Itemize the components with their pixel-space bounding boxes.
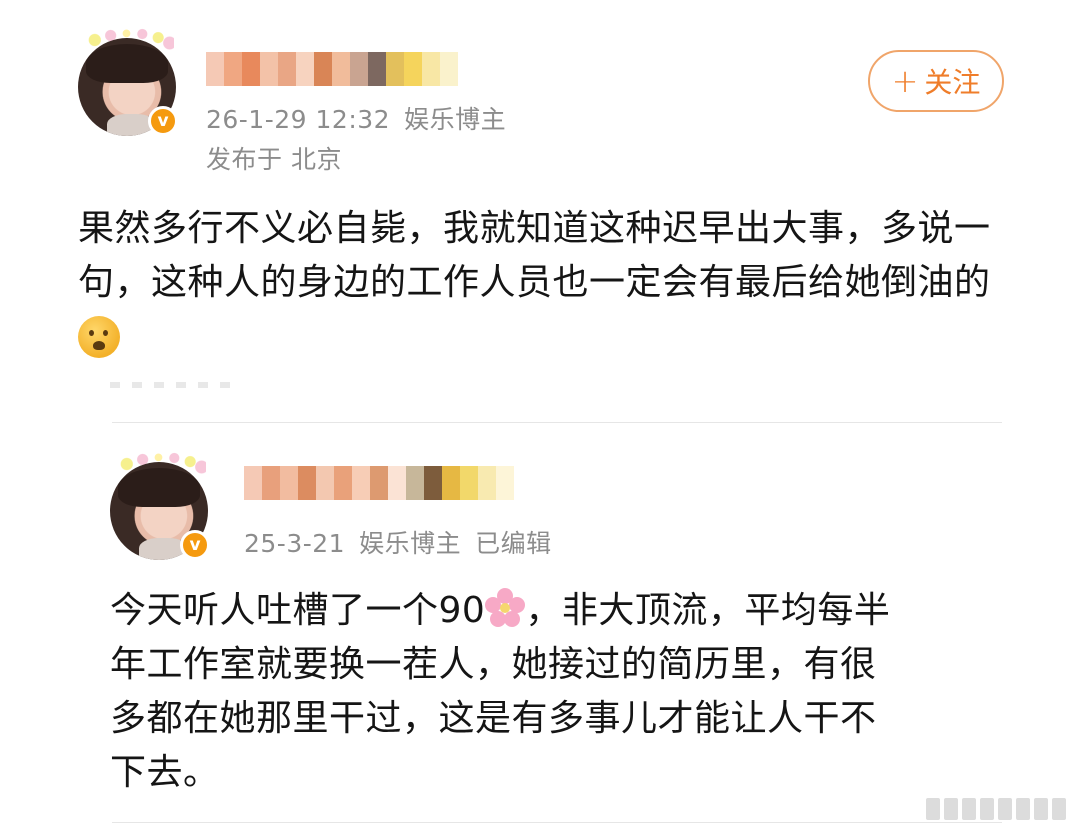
watermark xyxy=(926,798,1066,820)
follow-button[interactable]: + 关注 xyxy=(868,50,1004,112)
timestamp: 26-1-29 12:32 xyxy=(206,105,391,134)
post-body: 果然多行不义必自毙，我就知道这种迟早出大事，多说一 句，这种人的身边的工作人员也… xyxy=(78,202,1018,364)
post-line: 年工作室就要换一茬人，她接过的简历里，有很 xyxy=(110,644,877,685)
edited-label: 已编辑 xyxy=(475,529,552,558)
avatar[interactable]: v xyxy=(110,446,210,560)
username-pixelated[interactable] xyxy=(244,466,514,500)
user-tag: 娱乐博主 xyxy=(359,529,462,558)
post-line: 下去。 xyxy=(110,752,220,793)
timestamp: 25-3-21 xyxy=(244,529,346,558)
post-line: 多都在她那里干过，这是有多事儿才能让人干不 xyxy=(110,698,877,739)
post-body: 今天听人吐槽了一个90 ，非大顶流，平均每半 年工作室就要换一茬人，她接过的简历里… xyxy=(110,584,1010,800)
location: 发布于 北京 xyxy=(206,145,342,174)
divider xyxy=(112,822,1002,823)
follow-label: 关注 xyxy=(924,66,981,99)
cherry-blossom-icon xyxy=(485,588,526,628)
frowning-face-icon xyxy=(78,316,120,358)
username-pixelated[interactable] xyxy=(206,52,458,86)
post-line: ，非大顶流，平均每半 xyxy=(525,590,891,631)
post-line: 句，这种人的身边的工作人员也一定会有最后给她倒油的 xyxy=(78,262,991,303)
avatar[interactable]: v xyxy=(78,22,178,136)
post-line: 今天听人吐槽了一个90 xyxy=(110,590,486,631)
verified-badge-icon: v xyxy=(180,530,210,560)
weibo-screenshot: v 26-1-29 12:32 娱乐博主 发布于 北京 + 关注 果然多行不义必自… xyxy=(0,0,1080,828)
verified-badge-icon: v xyxy=(148,106,178,136)
plus-icon: + xyxy=(891,62,919,100)
post-meta: 25-3-21 娱乐博主 已编辑 xyxy=(244,524,552,560)
post-meta: 26-1-29 12:32 娱乐博主 xyxy=(206,100,506,136)
user-tag: 娱乐博主 xyxy=(404,105,507,134)
divider xyxy=(112,422,1002,423)
divider xyxy=(110,382,230,388)
post-line: 果然多行不义必自毙，我就知道这种迟早出大事，多说一 xyxy=(78,208,991,249)
